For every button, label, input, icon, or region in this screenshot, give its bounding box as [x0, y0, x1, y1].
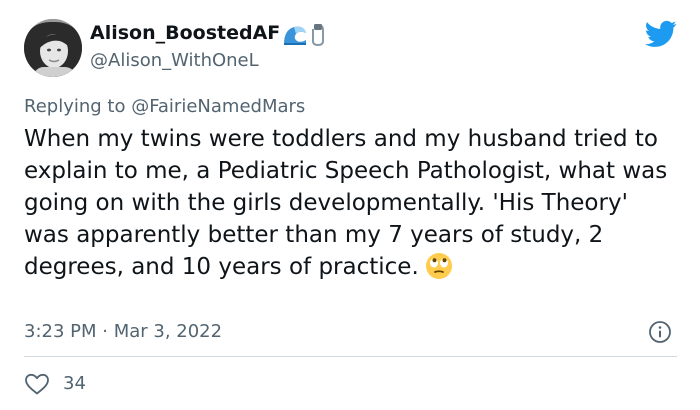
twitter-bird-icon[interactable]	[645, 20, 677, 48]
safety-pin-emoji-icon	[312, 24, 324, 47]
reply-mention-link[interactable]: @FairieNamedMars	[131, 96, 305, 117]
tweet-text: When my twins were toddlers and my husba…	[24, 123, 674, 283]
author-display-name[interactable]: Alison_BoostedAF	[90, 21, 280, 45]
replying-to: Replying to @FairieNamedMars	[24, 95, 305, 119]
wave-emoji-icon	[284, 26, 306, 45]
tweet-text-body: When my twins were toddlers and my husba…	[24, 126, 668, 280]
divider	[24, 356, 677, 357]
replying-to-label: Replying to	[24, 96, 132, 117]
avatar[interactable]	[24, 19, 82, 77]
tweet-card: Alison_BoostedAF @Alison_WithOneL Replyi…	[0, 0, 700, 410]
author-handle[interactable]: @Alison_WithOneL	[90, 49, 259, 73]
avatar-photo	[24, 19, 82, 77]
info-icon[interactable]	[648, 320, 672, 344]
heart-icon[interactable]	[24, 372, 50, 396]
tweet-timestamp[interactable]: 3:23 PM · Mar 3, 2022	[24, 320, 222, 344]
like-count: 34	[63, 373, 86, 394]
face-with-rolling-eyes-icon	[425, 253, 452, 279]
